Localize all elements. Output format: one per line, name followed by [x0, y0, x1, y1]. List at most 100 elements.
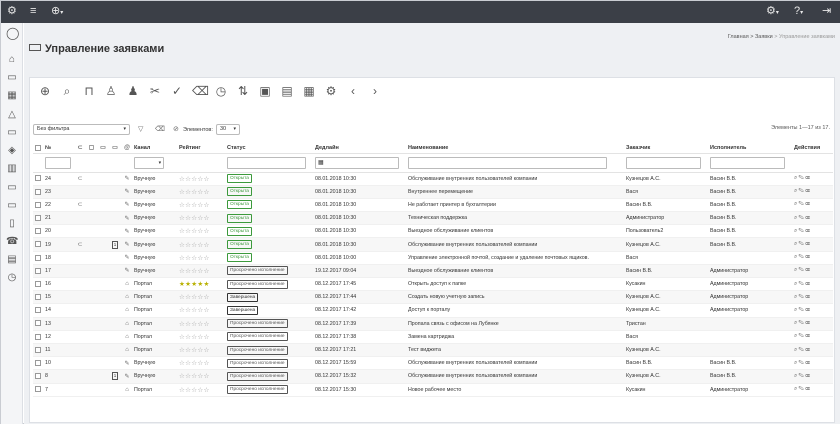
table-row[interactable]: 12 ⌂ Портал ☆☆☆☆☆ Просрочено исполнение 08.12… [33, 330, 833, 344]
ticket-number[interactable]: 13 [43, 317, 73, 331]
delete-icon[interactable]: ⌫ [805, 307, 811, 313]
delete-icon[interactable]: ⌫ [805, 188, 811, 194]
row-checkbox[interactable] [33, 303, 43, 318]
help-icon[interactable]: ?▾ [794, 6, 803, 19]
row-checkbox[interactable] [33, 317, 43, 331]
delete-icon[interactable]: ⌫ [805, 267, 811, 273]
channel-filter-select[interactable]: ▾ [134, 156, 165, 169]
rating-stars[interactable]: ☆☆☆☆☆ [179, 373, 210, 380]
ticket-name[interactable]: Тест виджета [406, 343, 624, 358]
status-filter-input[interactable] [227, 156, 307, 169]
col-executor[interactable]: Исполнитель [708, 143, 792, 154]
deadline-filter-input[interactable]: ▦ [315, 156, 399, 169]
row-checkbox[interactable] [33, 237, 43, 252]
table-row[interactable]: 15 ⌂ Портал ☆☆☆☆☆ Завершена 08.12.2017 17:44 С… [33, 290, 833, 305]
col-name[interactable]: Наименование [406, 143, 624, 154]
rating-stars[interactable]: ☆☆☆☆☆ [179, 176, 210, 183]
ticket-name[interactable]: Замена картриджа [406, 330, 624, 344]
row-checkbox[interactable] [33, 369, 43, 384]
delete-icon[interactable]: ⌫ [805, 333, 811, 339]
ticket-number[interactable]: 10 [43, 356, 73, 371]
table-row[interactable]: 8 1 ✎ Вручную ☆☆☆☆☆ Просрочено исполнение 08.1… [33, 369, 833, 384]
table-row[interactable]: 17 ✎ Вручную ☆☆☆☆☆ Просрочено исполнение 19.1… [33, 264, 833, 279]
chart-icon[interactable]: ▥ [6, 163, 18, 175]
table-row[interactable]: 7 ⌂ Портал ☆☆☆☆☆ Просрочено исполнение 08.12.… [33, 383, 833, 397]
timer-icon[interactable]: ◷ [214, 84, 228, 98]
rating-stars[interactable]: ☆☆☆☆☆ [179, 321, 210, 328]
database-icon[interactable]: ▤ [6, 254, 18, 266]
check-icon[interactable]: ✓ [170, 84, 184, 98]
ticket-name[interactable]: Техническая поддержка [406, 211, 624, 226]
box-icon[interactable]: ▭ [6, 127, 18, 139]
rating-stars[interactable]: ☆☆☆☆☆ [179, 228, 210, 235]
rating-stars[interactable]: ☆☆☆☆☆ [179, 189, 210, 196]
table-row[interactable]: 14 ⌂ Портал ☆☆☆☆☆ Завершена 08.12.2017 17:42 Д… [33, 303, 833, 318]
ticket-number[interactable]: 18 [43, 251, 73, 265]
sort-icon[interactable]: ⇅ [236, 84, 250, 98]
delete-icon[interactable]: ⌫ [805, 215, 811, 221]
ticket-number[interactable]: 21 [43, 211, 73, 226]
table-row[interactable]: 21 ✎ Вручную ☆☆☆☆☆ Открыта 08.01.2018 10:30 Те… [33, 211, 833, 226]
ticket-number[interactable]: 12 [43, 330, 73, 344]
row-checkbox[interactable] [33, 330, 43, 344]
export-icon[interactable]: ▣ [258, 84, 272, 98]
ticket-name[interactable]: Не работает принтер в бухгалтерии [406, 198, 624, 213]
delete-icon[interactable]: ⌫ [805, 254, 811, 260]
delete-icon[interactable]: ⌫ [805, 320, 811, 326]
row-checkbox[interactable] [33, 211, 43, 226]
settings-icon[interactable]: ⚙▾ [766, 6, 779, 19]
rating-stars[interactable]: ☆☆☆☆☆ [179, 347, 210, 354]
delete-icon[interactable]: ⌫ [805, 281, 811, 287]
col-num[interactable]: № [43, 143, 73, 154]
history-icon[interactable]: ◷ [6, 272, 18, 284]
ticket-name[interactable]: Создать новую учетную запись [406, 290, 624, 305]
delete-icon[interactable]: ⌫ [805, 386, 811, 392]
delete-icon[interactable]: ⌫ [805, 360, 811, 366]
col-status[interactable]: Статус [225, 143, 313, 154]
rating-stars[interactable]: ☆☆☆☆☆ [179, 268, 210, 275]
ticket-number[interactable]: 22 [43, 198, 73, 213]
table-row[interactable]: 19 ⊂ 1 ✎ Вручную ☆☆☆☆☆ Открыта 08.01.2018 10:30… [33, 237, 833, 252]
rating-stars[interactable]: ★★★★★ [179, 281, 210, 288]
report-icon[interactable]: ▦ [302, 84, 316, 98]
delete-icon[interactable]: ⌫ [805, 228, 811, 234]
filter-select[interactable]: Без фильтра ▾ [33, 124, 130, 135]
ticket-name[interactable]: Внутреннее перемещение [406, 185, 624, 199]
rating-stars[interactable]: ☆☆☆☆☆ [179, 334, 210, 341]
rating-stars[interactable]: ☆☆☆☆☆ [179, 215, 210, 222]
gear-logo-icon[interactable]: ⚙ [7, 6, 17, 17]
delete-icon[interactable]: ⌫ [805, 373, 811, 379]
row-checkbox[interactable] [33, 343, 43, 358]
delete-icon[interactable]: ⌫ [805, 347, 811, 353]
ticket-number[interactable]: 20 [43, 224, 73, 239]
ticket-icon[interactable]: ▭ [6, 72, 18, 84]
search-icon[interactable]: ⌕ [60, 84, 74, 98]
row-checkbox[interactable] [33, 264, 43, 279]
delete-icon[interactable]: ⌫ [805, 241, 811, 247]
ticket-name[interactable]: Выездное обслуживание клиентов [406, 264, 624, 279]
settings-icon[interactable]: ⚙ [324, 84, 338, 98]
row-checkbox[interactable] [33, 383, 43, 397]
ticket-number[interactable]: 24 [43, 172, 73, 186]
ticket-number[interactable]: 15 [43, 290, 73, 305]
user-icon[interactable]: ◯ [6, 27, 19, 39]
row-checkbox[interactable] [33, 356, 43, 371]
tools-icon[interactable]: ✂ [148, 84, 162, 98]
calendar-icon[interactable]: ▦ [6, 90, 18, 102]
ticket-number[interactable]: 11 [43, 343, 73, 358]
logout-icon[interactable]: ⇥ [822, 6, 831, 17]
table-row[interactable]: 18 ✎ Вручную ☆☆☆☆☆ Открыта 08.01.2018 10:00 Уп… [33, 251, 833, 265]
next-icon[interactable]: › [368, 84, 382, 98]
col-rating[interactable]: Рейтинг [177, 143, 225, 154]
table-row[interactable]: 11 ⌂ Портал ☆☆☆☆☆ Просрочено исполнение 08.12… [33, 343, 833, 358]
rating-stars[interactable]: ☆☆☆☆☆ [179, 387, 210, 394]
ticket-name[interactable]: Новое рабочее место [406, 383, 624, 397]
trash-icon[interactable]: ⌫ [155, 125, 165, 133]
table-row[interactable]: 13 ⌂ Портал ☆☆☆☆☆ Просрочено исполнение 08.12… [33, 317, 833, 331]
home-icon[interactable]: ⌂ [6, 54, 18, 66]
ticket-name[interactable]: Открыть доступ к папке [406, 277, 624, 292]
col-customer[interactable]: Заказчик [624, 143, 708, 154]
ticket-name[interactable]: Обслуживание внутренних пользователей ко… [406, 369, 624, 384]
phone-icon[interactable]: ▯ [6, 218, 18, 230]
col-channel[interactable]: Канал [132, 143, 177, 154]
